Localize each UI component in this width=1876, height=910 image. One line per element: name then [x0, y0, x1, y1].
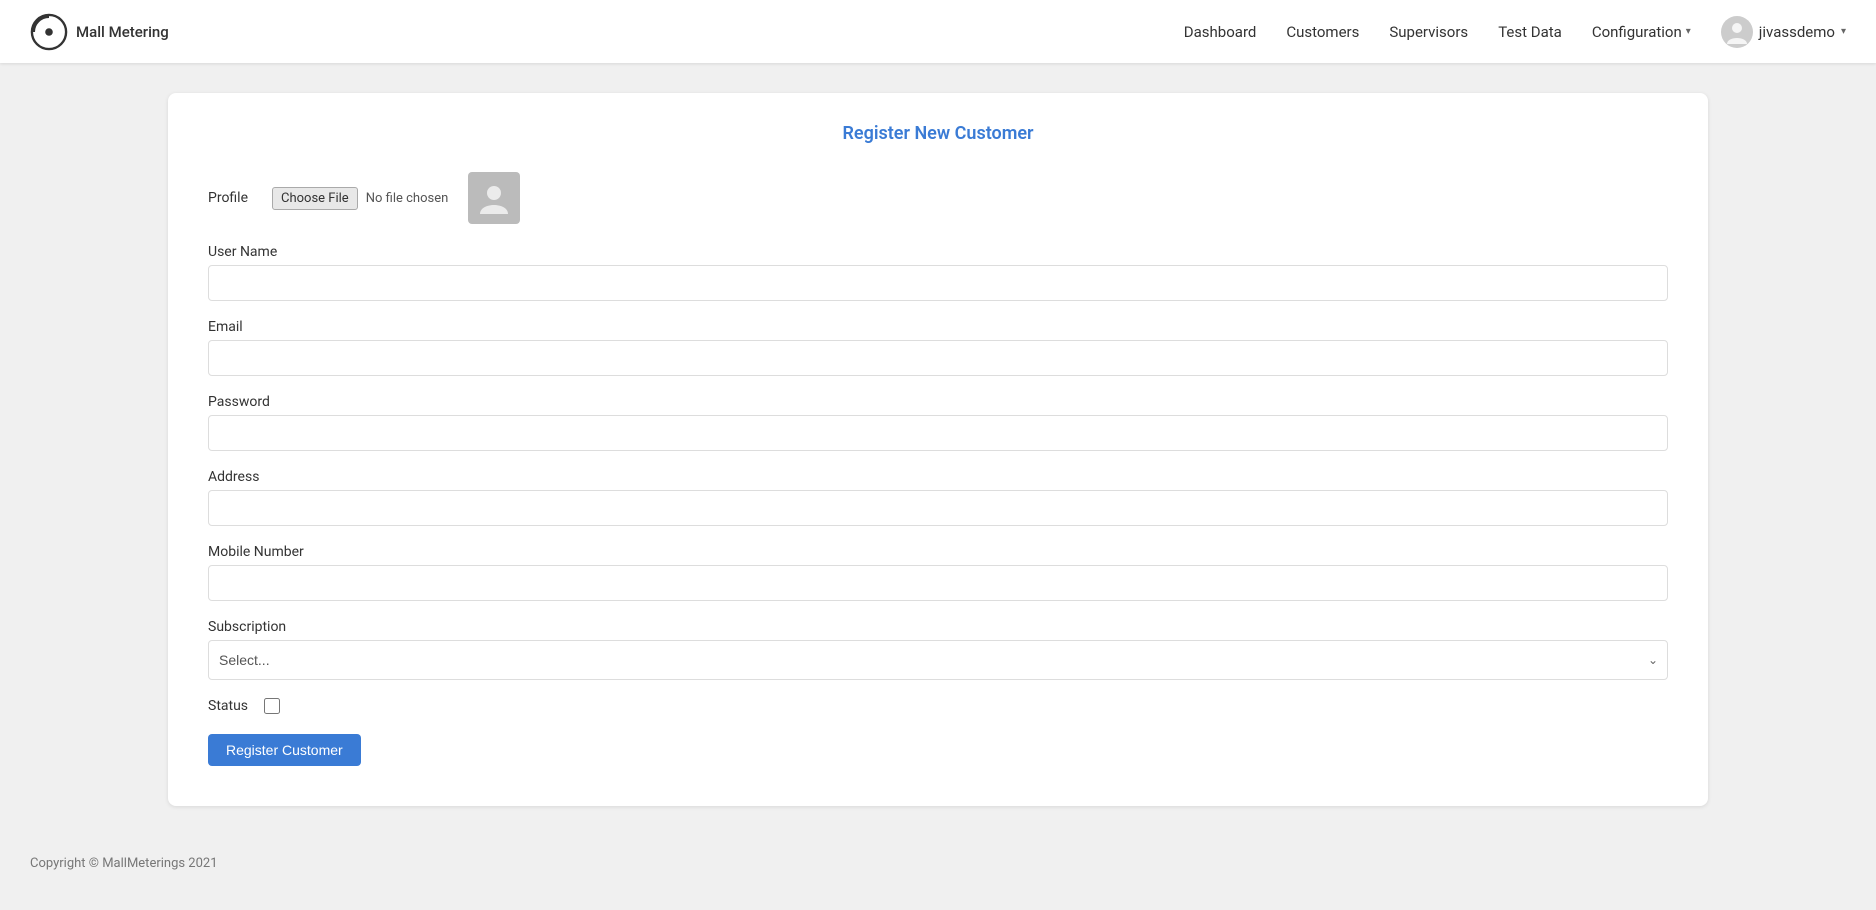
status-checkbox[interactable]	[264, 698, 280, 714]
choose-file-label: Choose File	[281, 191, 349, 206]
nav-user-menu[interactable]: jivassdemo ▾	[1721, 16, 1846, 48]
brand-name: Mall Metering	[76, 23, 169, 41]
email-label: Email	[208, 319, 1668, 335]
subscription-select[interactable]: Select... Monthly Quarterly Yearly	[208, 640, 1668, 680]
user-avatar-icon	[1721, 16, 1753, 48]
username-input[interactable]	[208, 265, 1668, 301]
brand-logo-icon	[30, 13, 68, 51]
user-chevron-icon: ▾	[1841, 26, 1846, 37]
default-avatar-icon	[476, 180, 512, 216]
status-row: Status	[208, 698, 1668, 714]
nav-links: Dashboard Customers Supervisors Test Dat…	[1184, 16, 1846, 48]
nav-configuration-dropdown[interactable]: Configuration ▾	[1592, 23, 1691, 41]
no-file-text: No file chosen	[366, 191, 449, 206]
password-label: Password	[208, 394, 1668, 410]
profile-label: Profile	[208, 190, 248, 206]
configuration-chevron-icon: ▾	[1686, 26, 1691, 37]
mobile-input[interactable]	[208, 565, 1668, 601]
avatar-placeholder	[468, 172, 520, 224]
address-label: Address	[208, 469, 1668, 485]
nav-dashboard[interactable]: Dashboard	[1184, 23, 1257, 41]
profile-row: Profile Choose File No file chosen	[208, 172, 1668, 224]
subscription-label: Subscription	[208, 619, 1668, 635]
subscription-select-wrapper: Select... Monthly Quarterly Yearly ⌄	[208, 640, 1668, 680]
choose-file-button[interactable]: Choose File	[272, 187, 358, 210]
address-group: Address	[208, 469, 1668, 526]
username-label: User Name	[208, 244, 1668, 260]
card-title: Register New Customer	[208, 123, 1668, 144]
email-group: Email	[208, 319, 1668, 376]
footer: Copyright © MallMeterings 2021	[0, 836, 1876, 891]
nav-customers[interactable]: Customers	[1286, 23, 1359, 41]
file-input-wrapper: Choose File No file chosen	[272, 187, 448, 210]
navbar: Mall Metering Dashboard Customers Superv…	[0, 0, 1876, 63]
nav-supervisors[interactable]: Supervisors	[1389, 23, 1468, 41]
subscription-group: Subscription Select... Monthly Quarterly…	[208, 619, 1668, 680]
main-content: Register New Customer Profile Choose Fil…	[0, 63, 1876, 836]
copyright-text: Copyright © MallMeterings 2021	[30, 856, 218, 871]
register-card: Register New Customer Profile Choose Fil…	[168, 93, 1708, 806]
brand: Mall Metering	[30, 13, 169, 51]
status-label: Status	[208, 698, 248, 714]
register-customer-button[interactable]: Register Customer	[208, 734, 361, 766]
nav-test-data[interactable]: Test Data	[1498, 23, 1562, 41]
password-input[interactable]	[208, 415, 1668, 451]
user-name-label: jivassdemo	[1759, 23, 1835, 41]
mobile-group: Mobile Number	[208, 544, 1668, 601]
email-input[interactable]	[208, 340, 1668, 376]
nav-configuration-label: Configuration	[1592, 23, 1682, 41]
address-input[interactable]	[208, 490, 1668, 526]
username-group: User Name	[208, 244, 1668, 301]
password-group: Password	[208, 394, 1668, 451]
mobile-label: Mobile Number	[208, 544, 1668, 560]
